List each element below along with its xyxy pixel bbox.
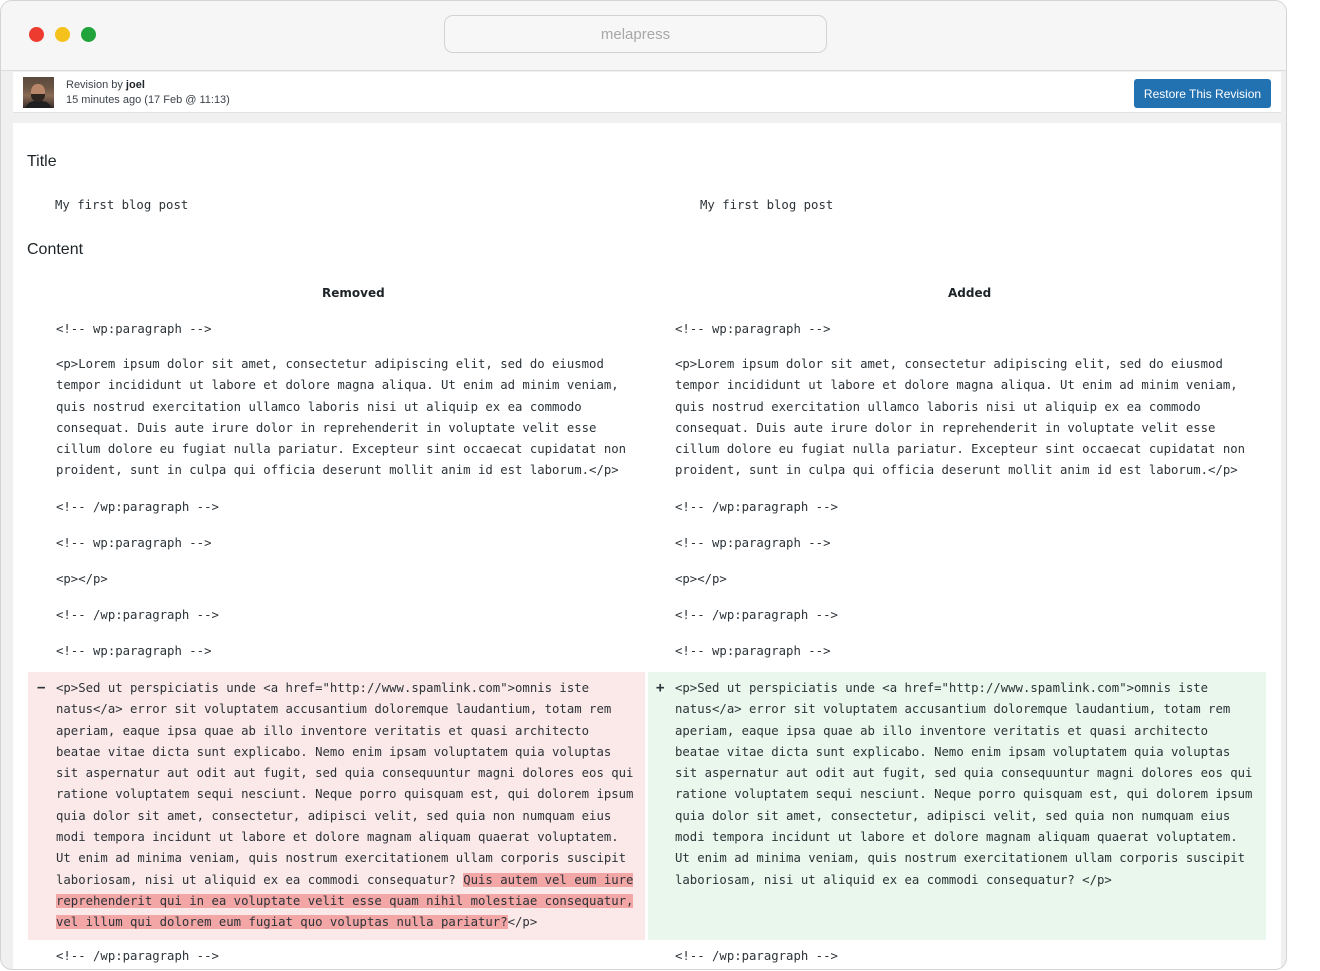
diff-panel: Title My first blog post My first blog p… bbox=[13, 123, 1281, 969]
address-bar-text: melapress bbox=[600, 25, 671, 43]
left-line-empty-p: <p></p> bbox=[56, 572, 108, 586]
title-left-value: My first blog post bbox=[55, 198, 189, 212]
left-lorem-block: <p>Lorem ipsum dolor sit amet, consectet… bbox=[56, 357, 627, 478]
left-line-wp-open: <!-- wp:paragraph --> bbox=[56, 644, 212, 658]
removed-block-text: <p>Sed ut perspiciatis unde <a href="htt… bbox=[56, 681, 634, 887]
title-heading: Title bbox=[27, 153, 57, 170]
left-line-wp-close: <!-- /wp:paragraph --> bbox=[56, 949, 219, 963]
removed-block: <p>Sed ut perspiciatis unde <a href="htt… bbox=[56, 678, 634, 934]
maximize-window-button[interactable] bbox=[81, 27, 96, 42]
left-line-wp-open: <!-- wp:paragraph --> bbox=[56, 322, 212, 336]
right-line-wp-close: <!-- /wp:paragraph --> bbox=[675, 608, 838, 622]
removed-block-end: </p> bbox=[507, 915, 538, 930]
right-line-wp-open: <!-- wp:paragraph --> bbox=[675, 644, 831, 658]
revision-meta: Revision by joel 15 minutes ago (17 Feb … bbox=[66, 78, 230, 108]
revision-header: Revision by joel 15 minutes ago (17 Feb … bbox=[13, 72, 1281, 113]
right-line-wp-close: <!-- /wp:paragraph --> bbox=[675, 500, 838, 514]
added-block: <p>Sed ut perspiciatis unde <a href="htt… bbox=[675, 681, 1253, 887]
browser-window: melapress Revision by joel 15 minutes ag… bbox=[0, 0, 1287, 970]
title-right-value: My first blog post bbox=[700, 198, 834, 212]
right-line-wp-open: <!-- wp:paragraph --> bbox=[675, 322, 831, 336]
right-line-empty-p: <p></p> bbox=[675, 572, 727, 586]
removed-column-header: Removed bbox=[322, 286, 385, 300]
revision-timestamp: (17 Feb @ 11:13) bbox=[144, 94, 230, 106]
window-titlebar: melapress bbox=[1, 1, 1286, 71]
right-lorem-block: <p>Lorem ipsum dolor sit amet, consectet… bbox=[675, 357, 1246, 478]
left-line-wp-close: <!-- /wp:paragraph --> bbox=[56, 608, 219, 622]
added-column-header: Added bbox=[948, 286, 992, 300]
right-line-wp-close: <!-- /wp:paragraph --> bbox=[675, 949, 838, 963]
close-window-button[interactable] bbox=[29, 27, 44, 42]
left-line-wp-close: <!-- /wp:paragraph --> bbox=[56, 500, 219, 514]
right-line-wp-open: <!-- wp:paragraph --> bbox=[675, 536, 831, 550]
left-line-wp-open: <!-- wp:paragraph --> bbox=[56, 536, 212, 550]
content-heading: Content bbox=[27, 241, 84, 258]
revision-author: joel bbox=[125, 79, 145, 91]
removed-sign-icon: − bbox=[37, 680, 46, 696]
minimize-window-button[interactable] bbox=[55, 27, 70, 42]
author-avatar bbox=[23, 77, 54, 108]
restore-revision-button[interactable]: Restore This Revision bbox=[1134, 79, 1271, 108]
revision-time-ago: 15 minutes ago bbox=[66, 94, 142, 106]
address-bar[interactable]: melapress bbox=[444, 15, 827, 53]
revision-by-label: Revision by bbox=[66, 79, 126, 91]
added-sign-icon: + bbox=[656, 680, 665, 696]
